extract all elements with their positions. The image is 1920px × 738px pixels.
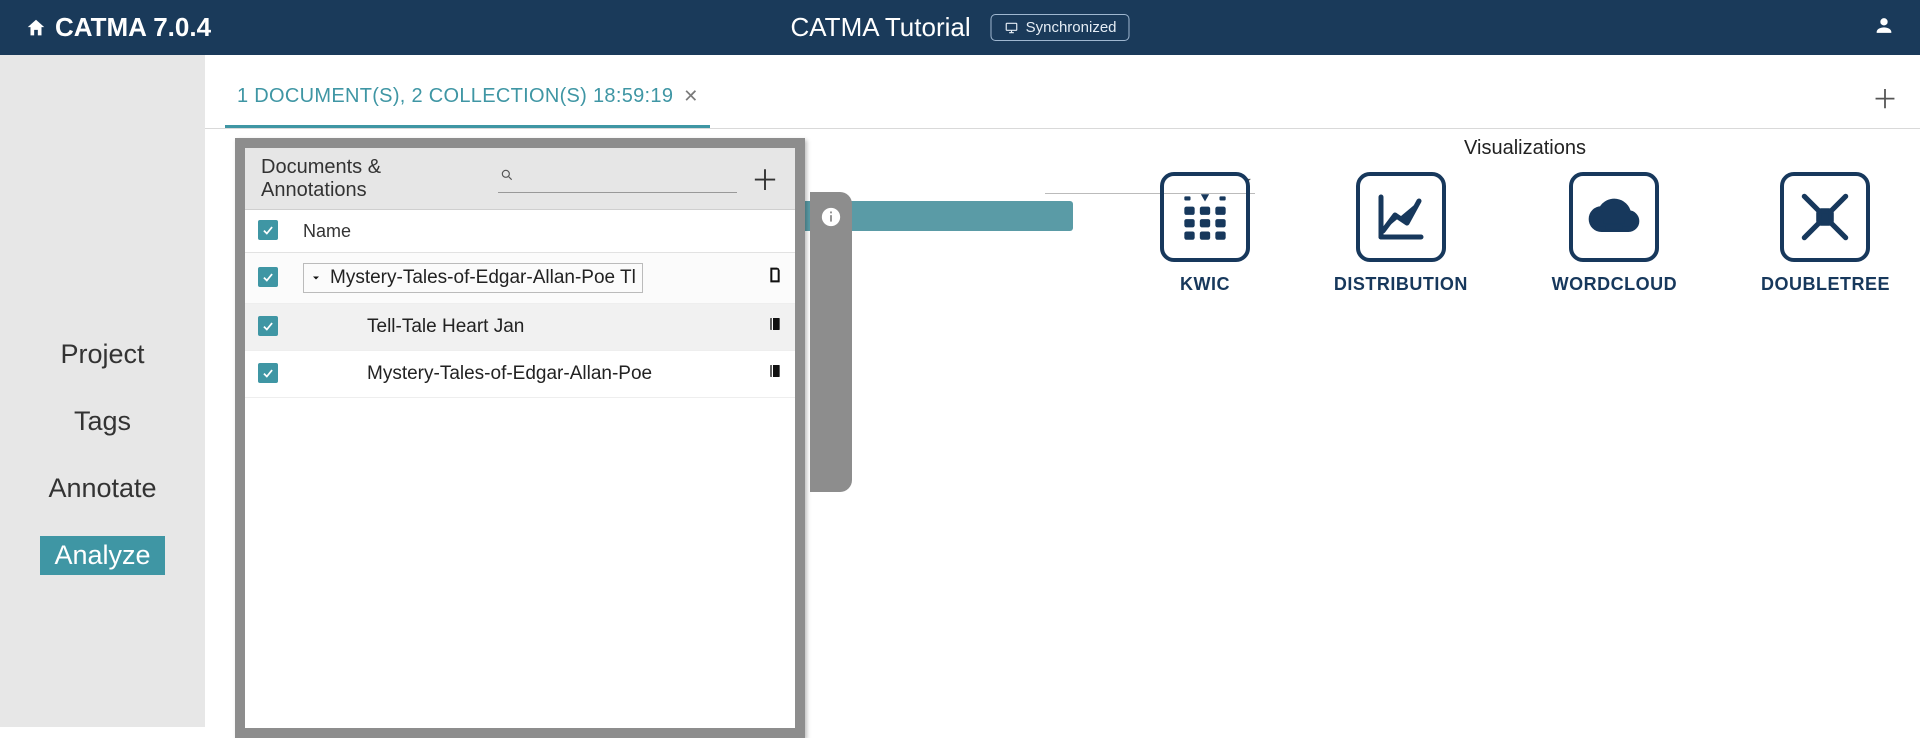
row-name: Mystery-Tales-of-Edgar-Allan-Poe Tl (330, 267, 636, 289)
collection-icon (767, 314, 783, 334)
viz-label: WORDCLOUD (1552, 274, 1677, 295)
visualizations-section: Visualizations KWIC (1160, 137, 1890, 295)
table-row[interactable]: Mystery-Tales-of-Edgar-Allan-Poe (245, 351, 795, 398)
row-checkbox[interactable] (258, 316, 278, 336)
viz-card-distribution[interactable]: DISTRIBUTION (1334, 172, 1468, 295)
row-checkbox[interactable] (258, 363, 278, 383)
monitor-icon (1004, 21, 1020, 35)
doubletree-icon (1794, 186, 1856, 248)
sidebar: Project Tags Annotate Analyze (0, 55, 205, 727)
documents-panel-title: Documents & Annotations (261, 156, 476, 202)
search-icon (500, 168, 514, 182)
viz-card-wordcloud[interactable]: WORDCLOUD (1552, 172, 1677, 295)
sidebar-item-tags[interactable]: Tags (60, 402, 145, 441)
info-tab[interactable] (810, 192, 852, 492)
sync-badge[interactable]: Synchronized (991, 14, 1130, 41)
tab-strip: 1 DOCUMENT(S), 2 COLLECTION(S) 18:59:19 … (205, 67, 1920, 129)
viz-label: DISTRIBUTION (1334, 274, 1468, 295)
sync-label: Synchronized (1026, 19, 1117, 36)
wordcloud-icon (1583, 186, 1645, 248)
add-document-button[interactable]: ＋ (751, 159, 779, 199)
user-icon (1873, 14, 1895, 36)
expand-toggle[interactable] (310, 272, 322, 284)
row-checkbox[interactable] (258, 267, 278, 287)
home-icon (25, 17, 47, 39)
info-icon (820, 206, 842, 228)
top-bar: CATMA 7.0.4 CATMA Tutorial Synchronized (0, 0, 1920, 55)
viz-label: DOUBLETREE (1761, 274, 1890, 295)
sidebar-item-project[interactable]: Project (46, 335, 158, 374)
kwic-icon (1174, 186, 1236, 248)
document-icon (767, 265, 783, 285)
viz-card-kwic[interactable]: KWIC (1160, 172, 1250, 295)
row-name: Tell-Tale Heart Jan (303, 316, 524, 338)
tab-active[interactable]: 1 DOCUMENT(S), 2 COLLECTION(S) 18:59:19 … (225, 67, 710, 128)
distribution-icon (1371, 187, 1431, 247)
app-title-text: CATMA 7.0.4 (55, 12, 211, 43)
viz-card-doubletree[interactable]: DOUBLETREE (1761, 172, 1890, 295)
table-row[interactable]: Tell-Tale Heart Jan (245, 304, 795, 351)
documents-table: Name Mystery-Tales-of-Edgar-Allan-Poe Tl (245, 210, 795, 398)
table-row[interactable]: Mystery-Tales-of-Edgar-Allan-Poe Tl (245, 253, 795, 304)
row-name: Mystery-Tales-of-Edgar-Allan-Poe (303, 363, 652, 385)
select-all-checkbox[interactable] (258, 220, 278, 240)
column-name[interactable]: Name (291, 210, 755, 253)
project-title: CATMA Tutorial (790, 12, 970, 43)
collection-icon (767, 361, 783, 381)
close-icon[interactable]: ✕ (683, 86, 698, 107)
user-menu[interactable] (1873, 14, 1895, 41)
viz-label: KWIC (1180, 274, 1230, 295)
add-tab-button[interactable]: ＋ (1872, 79, 1898, 116)
visualizations-title: Visualizations (1160, 137, 1890, 160)
sidebar-item-analyze[interactable]: Analyze (40, 536, 164, 575)
documents-search-input[interactable] (498, 164, 737, 193)
sidebar-item-annotate[interactable]: Annotate (34, 469, 170, 508)
documents-panel: Documents & Annotations ＋ Name (235, 138, 805, 738)
app-title[interactable]: CATMA 7.0.4 (25, 12, 211, 43)
tab-label: 1 DOCUMENT(S), 2 COLLECTION(S) 18:59:19 (237, 85, 673, 108)
